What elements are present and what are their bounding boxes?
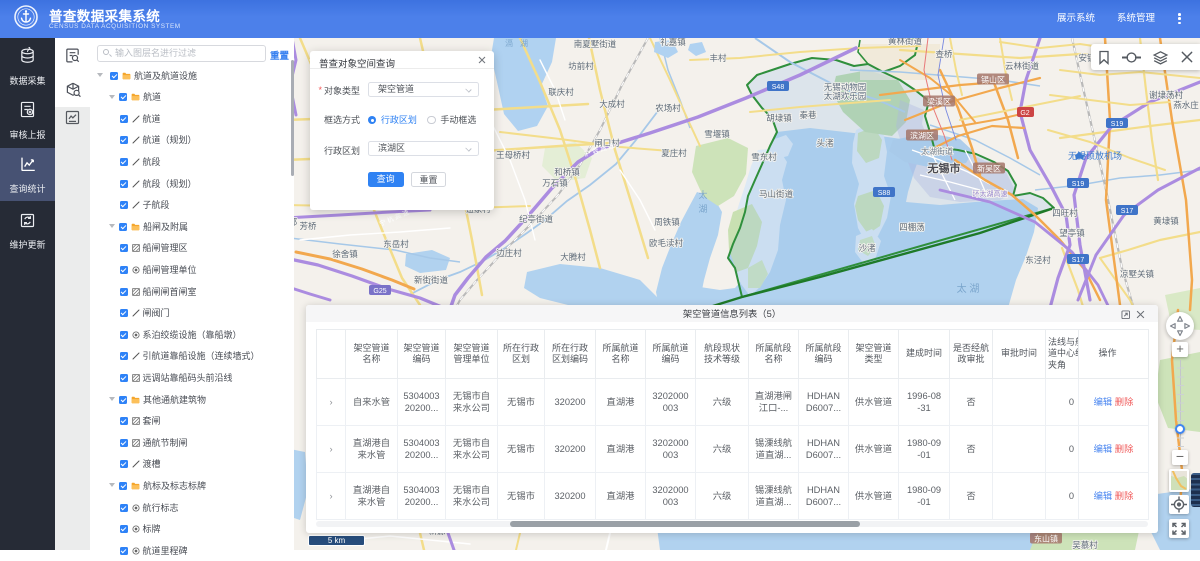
svg-text:湖: 湖	[698, 204, 707, 214]
svg-text:徐舍镇: 徐舍镇	[332, 249, 358, 259]
svg-text:周铁镇: 周铁镇	[654, 217, 680, 227]
svg-text:吴慕村: 吴慕村	[1072, 540, 1098, 550]
svg-text:黄埭镇: 黄埭镇	[1153, 216, 1179, 226]
svg-text:大腾村: 大腾村	[560, 252, 586, 262]
svg-text:G2: G2	[1020, 110, 1029, 117]
svg-text:望亭镇: 望亭镇	[1059, 228, 1085, 238]
svg-text:四棚荡: 四棚荡	[899, 222, 925, 232]
svg-text:谢埭荡村: 谢埭荡村	[1149, 90, 1184, 100]
svg-text:边庄村: 边庄村	[496, 248, 522, 258]
svg-text:锡山区: 锡山区	[981, 75, 1005, 85]
svg-text:S19: S19	[1072, 181, 1085, 188]
svg-text:纪亭街道: 纪亭街道	[519, 214, 554, 224]
svg-text:燕水庄: 燕水庄	[1173, 100, 1199, 110]
svg-text:雪堰镇: 雪堰镇	[704, 129, 730, 139]
svg-text:黄林街道: 黄林街道	[888, 38, 923, 46]
svg-text:滨湖区: 滨湖区	[910, 131, 934, 141]
svg-text:南夏墅街道: 南夏墅街道	[574, 39, 617, 49]
svg-text:芳桥: 芳桥	[299, 221, 317, 231]
svg-text:马山街道: 马山街道	[759, 189, 794, 199]
svg-text:梁溪区: 梁溪区	[927, 97, 951, 107]
svg-text:无锡市: 无锡市	[927, 161, 961, 175]
svg-text:太湖街道: 太湖街道	[921, 146, 953, 156]
svg-text:滆: 滆	[505, 39, 513, 48]
svg-text:丰村: 丰村	[709, 53, 727, 63]
svg-text:坊前村: 坊前村	[568, 61, 594, 71]
svg-text:大成村: 大成村	[599, 99, 625, 109]
svg-text:太湖欢乐园: 太湖欢乐园	[824, 91, 867, 101]
svg-text:胡埭镇: 胡埭镇	[766, 113, 792, 123]
svg-text:头渚: 头渚	[816, 138, 834, 148]
svg-text:S48: S48	[772, 84, 785, 91]
svg-text:云林街道: 云林街道	[1005, 61, 1040, 71]
svg-text:沙渚: 沙渚	[858, 243, 876, 253]
svg-text:联庆村: 联庆村	[548, 87, 574, 97]
svg-text:东泾村: 东泾村	[1025, 255, 1051, 265]
svg-text:夏庄村: 夏庄村	[661, 148, 687, 158]
svg-text:新街街道: 新街街道	[414, 275, 449, 285]
svg-text:农场村: 农场村	[655, 103, 681, 113]
svg-text:S19: S19	[1111, 121, 1124, 128]
svg-text:湖: 湖	[520, 39, 528, 48]
svg-text:太 湖: 太 湖	[957, 282, 980, 295]
svg-text:雪东村: 雪东村	[751, 152, 777, 162]
svg-text:东岳村: 东岳村	[383, 239, 409, 249]
svg-text:秦巷: 秦巷	[799, 110, 817, 120]
svg-text:环太湖高速: 环太湖高速	[973, 189, 1008, 198]
svg-text:欧毛渎村: 欧毛渎村	[649, 238, 684, 248]
svg-text:新吴区: 新吴区	[977, 164, 1001, 174]
svg-text:S17: S17	[1121, 208, 1134, 215]
svg-text:万石镇: 万石镇	[542, 178, 568, 188]
svg-text:太: 太	[698, 189, 707, 200]
svg-text:凉墅关镇: 凉墅关镇	[1120, 269, 1155, 279]
svg-text:S17: S17	[1072, 257, 1085, 264]
svg-text:四旺村: 四旺村	[1052, 208, 1078, 218]
svg-text:东山镇: 东山镇	[1034, 534, 1058, 544]
svg-text:礼嘉镇: 礼嘉镇	[660, 38, 686, 47]
svg-text:G25: G25	[373, 288, 386, 295]
svg-text:S88: S88	[878, 190, 891, 197]
svg-text:王母桥村: 王母桥村	[496, 150, 531, 160]
svg-text:和桥镇: 和桥镇	[554, 167, 580, 177]
svg-text:查桥: 查桥	[935, 49, 953, 59]
